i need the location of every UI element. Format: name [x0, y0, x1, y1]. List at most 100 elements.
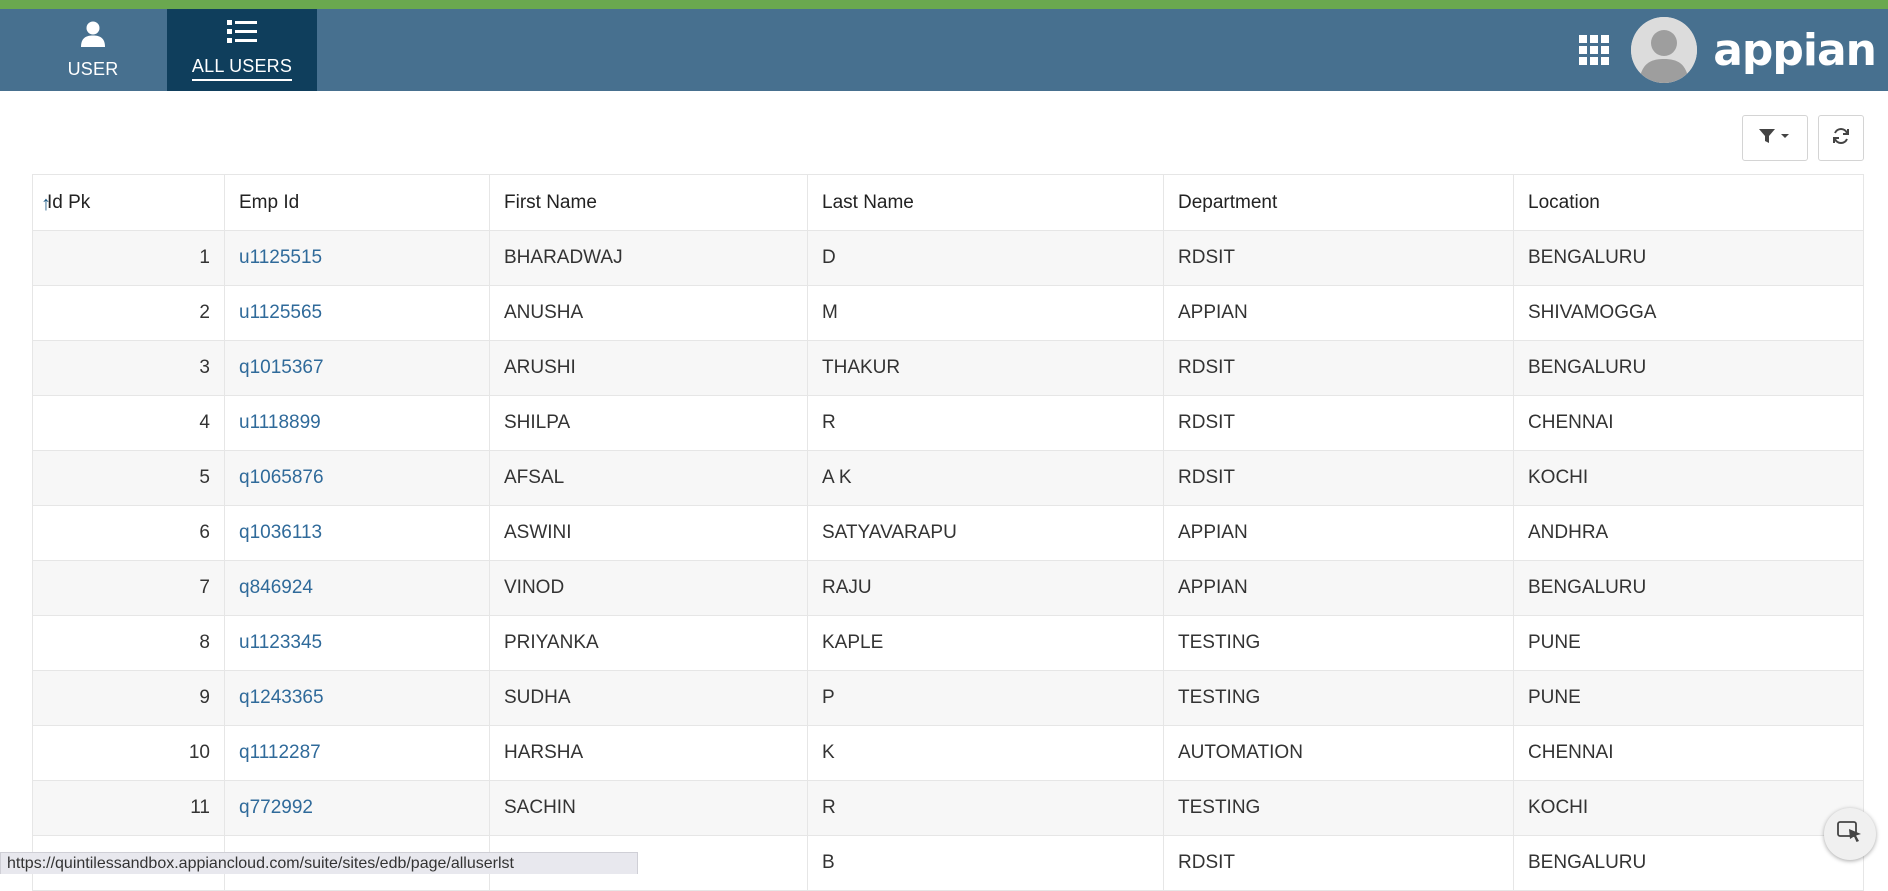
cell-location: BENGALURU — [1514, 341, 1864, 396]
column-header-first-name[interactable]: First Name — [490, 175, 808, 231]
emp-id-link[interactable]: q772992 — [239, 797, 313, 818]
cell-first-name: VINOD — [490, 561, 808, 616]
refresh-icon — [1831, 126, 1851, 151]
cell-id-pk: 5 — [33, 451, 225, 506]
cell-id-pk: 9 — [33, 671, 225, 726]
table-row: 4u1118899SHILPARRDSITCHENNAI — [33, 396, 1864, 451]
emp-id-link[interactable]: q1015367 — [239, 357, 324, 378]
top-accent-stripe — [0, 0, 1888, 9]
emp-id-link[interactable]: q1243365 — [239, 687, 324, 708]
header-label: Location — [1528, 192, 1600, 213]
column-header-emp-id[interactable]: Emp Id — [225, 175, 490, 231]
cell-last-name: B — [808, 836, 1164, 891]
table-row: 2u1125565ANUSHAMAPPIANSHIVAMOGGA — [33, 286, 1864, 341]
refresh-button[interactable] — [1818, 115, 1864, 161]
floating-action-button[interactable] — [1824, 808, 1876, 860]
header-label: Last Name — [822, 192, 914, 213]
cell-location: BENGALURU — [1514, 561, 1864, 616]
cell-location: PUNE — [1514, 671, 1864, 726]
emp-id-link[interactable]: u1125565 — [239, 302, 322, 323]
cell-location: CHENNAI — [1514, 396, 1864, 451]
cell-emp-id: u1125565 — [225, 286, 490, 341]
link-status-bar: https://quintilessandbox.appiancloud.com… — [0, 852, 638, 874]
cell-emp-id: q1112287 — [225, 726, 490, 781]
cell-location: SHIVAMOGGA — [1514, 286, 1864, 341]
cell-emp-id: u1125515 — [225, 231, 490, 286]
cell-department: TESTING — [1164, 616, 1514, 671]
emp-id-link[interactable]: q846924 — [239, 577, 313, 598]
cell-id-pk: 8 — [33, 616, 225, 671]
cell-id-pk: 10 — [33, 726, 225, 781]
cell-emp-id: q1036113 — [225, 506, 490, 561]
cell-first-name: SHILPA — [490, 396, 808, 451]
cell-last-name: KAPLE — [808, 616, 1164, 671]
grid-icon[interactable] — [1577, 33, 1611, 67]
grid-toolbar — [1742, 115, 1864, 161]
cell-location: PUNE — [1514, 616, 1864, 671]
cell-id-pk: 3 — [33, 341, 225, 396]
cell-first-name: SACHIN — [490, 781, 808, 836]
cell-id-pk: 2 — [33, 286, 225, 341]
cell-last-name: SATYAVARAPU — [808, 506, 1164, 561]
cell-department: APPIAN — [1164, 561, 1514, 616]
cell-emp-id: q846924 — [225, 561, 490, 616]
cell-last-name: R — [808, 396, 1164, 451]
table-row: 9q1243365SUDHAPTESTINGPUNE — [33, 671, 1864, 726]
table-row: 7 q846924 VINODRAJUAPPIANBENGALURU — [33, 561, 1864, 616]
cell-department: TESTING — [1164, 781, 1514, 836]
appian-logo: appian — [1713, 25, 1876, 76]
emp-id-link[interactable]: u1125515 — [239, 247, 322, 268]
cell-emp-id: u1123345 — [225, 616, 490, 671]
cell-first-name: ARUSHI — [490, 341, 808, 396]
avatar[interactable] — [1631, 17, 1697, 83]
users-grid: ↑ Id Pk Emp Id First Name Last Name Depa… — [32, 174, 1864, 891]
column-header-department[interactable]: Department — [1164, 175, 1514, 231]
emp-id-link[interactable]: q1065876 — [239, 467, 324, 488]
header-label: First Name — [504, 192, 597, 213]
table-row: 6q1036113ASWINISATYAVARAPUAPPIANANDHRA — [33, 506, 1864, 561]
cell-department: RDSIT — [1164, 341, 1514, 396]
filter-button[interactable] — [1742, 115, 1808, 161]
table-row: 1u1125515BHARADWAJDRDSITBENGALURU — [33, 231, 1864, 286]
cell-first-name: BHARADWAJ — [490, 231, 808, 286]
table-row: 11q772992SACHINRTESTINGKOCHI — [33, 781, 1864, 836]
cursor-select-icon — [1837, 820, 1863, 849]
tab-user[interactable]: USER — [18, 9, 168, 91]
cell-department: AUTOMATION — [1164, 726, 1514, 781]
column-header-id-pk[interactable]: ↑ Id Pk — [33, 175, 225, 231]
sort-ascending-icon: ↑ — [41, 193, 51, 216]
cell-id-pk: 1 — [33, 231, 225, 286]
cell-last-name: RAJU — [808, 561, 1164, 616]
cell-location: CHENNAI — [1514, 726, 1864, 781]
cell-first-name: PRIYANKA — [490, 616, 808, 671]
grid-body: 1u1125515BHARADWAJDRDSITBENGALURU2u11255… — [33, 231, 1864, 891]
cell-first-name: HARSHA — [490, 726, 808, 781]
column-header-last-name[interactable]: Last Name — [808, 175, 1164, 231]
tab-all-users-label: ALL USERS — [192, 56, 292, 81]
header-row: ↑ Id Pk Emp Id First Name Last Name Depa… — [33, 175, 1864, 231]
cell-first-name: ANUSHA — [490, 286, 808, 341]
cell-id-pk: 7 — [33, 561, 225, 616]
list-icon — [227, 19, 257, 50]
cell-emp-id: q1015367 — [225, 341, 490, 396]
user-icon — [79, 20, 107, 53]
cell-location: BENGALURU — [1514, 231, 1864, 286]
emp-id-link[interactable]: q1112287 — [239, 742, 321, 763]
column-header-location[interactable]: Location — [1514, 175, 1864, 231]
cell-last-name: R — [808, 781, 1164, 836]
cell-location: ANDHRA — [1514, 506, 1864, 561]
emp-id-link[interactable]: u1123345 — [239, 632, 322, 653]
emp-id-link[interactable]: u1118899 — [239, 412, 321, 433]
cell-last-name: M — [808, 286, 1164, 341]
cell-emp-id: q772992 — [225, 781, 490, 836]
cell-location: KOCHI — [1514, 451, 1864, 506]
cell-first-name: AFSAL — [490, 451, 808, 506]
header-label: Department — [1178, 192, 1277, 213]
cell-last-name: K — [808, 726, 1164, 781]
table-row: 8 u1123345 PRIYANKAKAPLETESTINGPUNE — [33, 616, 1864, 671]
filter-icon — [1758, 127, 1792, 150]
emp-id-link[interactable]: q1036113 — [239, 522, 322, 543]
tab-all-users[interactable]: ALL USERS — [167, 9, 317, 91]
table-row: 10 q1112287 HARSHAKAUTOMATIONCHENNAI — [33, 726, 1864, 781]
cell-emp-id: q1065876 — [225, 451, 490, 506]
